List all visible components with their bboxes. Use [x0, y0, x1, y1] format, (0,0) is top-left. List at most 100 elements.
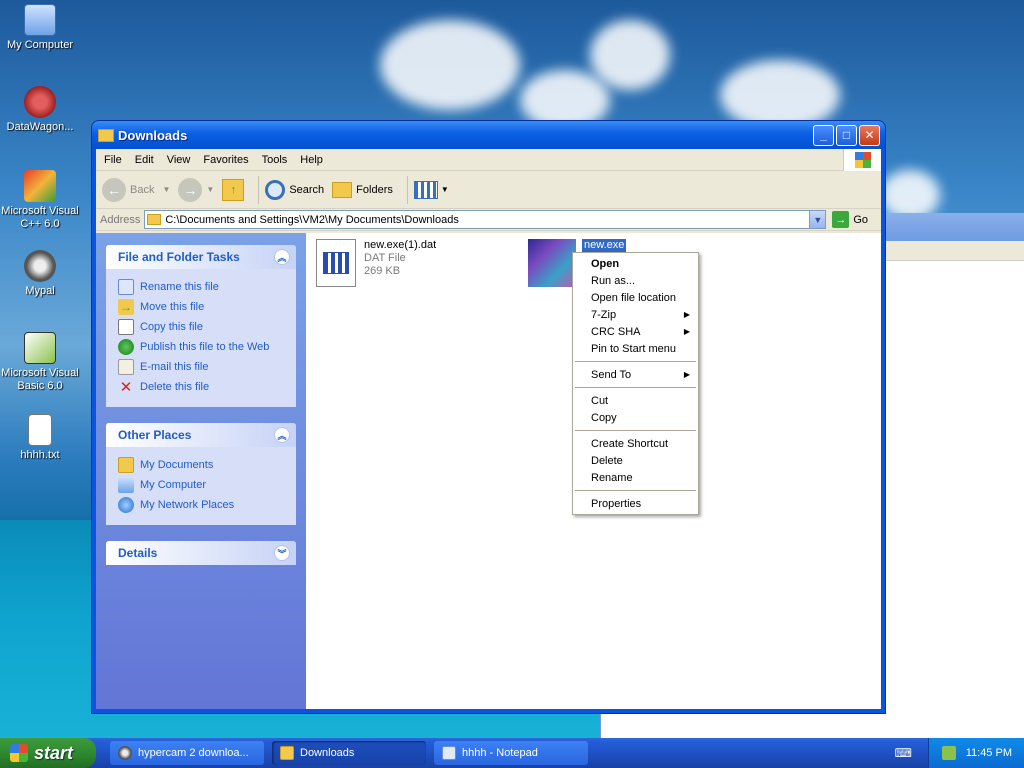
- task-pane: File and Folder Tasks ︽ Rename this file…: [96, 233, 306, 709]
- folders-button[interactable]: Folders: [332, 181, 393, 198]
- search-icon: [265, 179, 286, 200]
- taskbar-button-notepad[interactable]: hhhh - Notepad: [434, 741, 588, 765]
- network-tray-icon[interactable]: [941, 746, 956, 760]
- file-item[interactable]: new.exe(1).dat DAT File 269 KB: [316, 239, 436, 287]
- ctx-copy[interactable]: Copy: [573, 409, 698, 426]
- forward-button[interactable]: → ▼: [178, 177, 214, 202]
- ctx-delete[interactable]: Delete: [573, 452, 698, 469]
- close-button[interactable]: ✕: [859, 124, 880, 146]
- back-button[interactable]: ← Back ▼: [102, 177, 170, 202]
- menu-tools[interactable]: Tools: [262, 154, 288, 166]
- desktop-icon-label: DataWagon...: [6, 121, 74, 133]
- desktop-icon-visual-cpp[interactable]: Microsoft Visual C++ 6.0: [0, 170, 80, 231]
- ctx-run-as[interactable]: Run as...: [573, 272, 698, 289]
- system-tray: 11:45 PM: [928, 738, 1024, 768]
- window-titlebar[interactable]: Downloads _ □ ✕: [92, 121, 885, 149]
- desktop-icon-mypal[interactable]: Mypal: [0, 250, 80, 298]
- collapse-chevron-icon[interactable]: ︽: [274, 249, 290, 265]
- go-button[interactable]: → Go: [832, 211, 868, 228]
- ctx-crc-sha[interactable]: CRC SHA ▶: [573, 323, 698, 340]
- move-icon: →: [118, 299, 134, 315]
- ctx-7zip[interactable]: 7-Zip ▶: [573, 306, 698, 323]
- task-delete-file[interactable]: ✕ Delete this file: [118, 377, 296, 397]
- task-rename-file[interactable]: Rename this file: [118, 277, 296, 297]
- details-panel: Details ︾: [106, 541, 296, 565]
- cloud-decoration: [380, 20, 520, 110]
- address-input[interactable]: C:\Documents and Settings\VM2\My Documen…: [144, 210, 827, 229]
- expand-chevron-icon[interactable]: ︾: [274, 545, 290, 561]
- network-icon: [118, 497, 134, 513]
- ctx-cut[interactable]: Cut: [573, 392, 698, 409]
- my-computer-icon: [24, 4, 56, 36]
- ctx-send-to[interactable]: Send To ▶: [573, 366, 698, 383]
- menu-favorites[interactable]: Favorites: [203, 154, 248, 166]
- desktop-icon-label: Microsoft Visual C++ 6.0: [1, 205, 79, 230]
- copy-icon: [118, 319, 134, 335]
- maximize-button[interactable]: □: [836, 124, 857, 146]
- views-icon: [413, 180, 438, 199]
- datawagon-icon: [24, 86, 56, 118]
- ctx-properties[interactable]: Properties: [573, 495, 698, 512]
- address-dropdown-button[interactable]: ▼: [809, 211, 826, 228]
- start-button[interactable]: start: [0, 738, 96, 768]
- up-folder-button[interactable]: ↑: [222, 178, 245, 201]
- menu-help[interactable]: Help: [300, 154, 323, 166]
- desktop-icon-my-computer[interactable]: My Computer: [0, 4, 80, 52]
- file-tasks-panel: File and Folder Tasks ︽ Rename this file…: [106, 245, 296, 407]
- my-computer-icon: [118, 477, 134, 493]
- details-header[interactable]: Details ︾: [106, 541, 296, 565]
- exe-file-thumbnail-icon: [528, 239, 576, 287]
- explorer-window: Downloads _ □ ✕ File Edit View Favorites…: [91, 120, 886, 714]
- menu-view[interactable]: View: [167, 154, 191, 166]
- back-label: Back: [130, 183, 155, 196]
- task-move-file[interactable]: → Move this file: [118, 297, 296, 317]
- ctx-create-shortcut[interactable]: Create Shortcut: [573, 435, 698, 452]
- submenu-arrow-icon: ▶: [683, 327, 690, 336]
- desktop-icon-visual-basic[interactable]: Microsoft Visual Basic 6.0: [0, 332, 80, 393]
- task-email-file[interactable]: E-mail this file: [118, 357, 296, 377]
- clock[interactable]: 11:45 PM: [966, 747, 1012, 759]
- file-name: new.exe(1).dat: [364, 239, 437, 251]
- desktop-icon-label: Mypal: [25, 285, 55, 297]
- ctx-pin-to-start[interactable]: Pin to Start menu: [573, 340, 698, 357]
- ctx-open-file-location[interactable]: Open file location: [573, 289, 698, 306]
- menu-file[interactable]: File: [104, 154, 122, 166]
- minimize-icon: _: [820, 128, 827, 142]
- keyboard-icon[interactable]: ⌨: [895, 746, 912, 760]
- place-my-computer[interactable]: My Computer: [118, 475, 296, 495]
- views-button[interactable]: ▼: [413, 180, 449, 199]
- taskbar-button-hypercam[interactable]: hypercam 2 downloa...: [110, 741, 264, 765]
- task-publish-file[interactable]: Publish this file to the Web: [118, 337, 296, 357]
- minimize-button[interactable]: _: [813, 124, 834, 146]
- folder-icon: [280, 746, 294, 760]
- taskbar: start hypercam 2 downloa... Downloads hh…: [0, 738, 1024, 768]
- taskbar-button-downloads[interactable]: Downloads: [272, 741, 426, 765]
- up-arrow-icon: ↑: [222, 178, 245, 201]
- ctx-rename[interactable]: Rename: [573, 469, 698, 486]
- visual-cpp-icon: [24, 170, 56, 202]
- menu-edit[interactable]: Edit: [135, 154, 154, 166]
- file-size: 269 KB: [364, 265, 401, 277]
- task-copy-file[interactable]: Copy this file: [118, 317, 296, 337]
- context-menu: Open Run as... Open file location 7-Zip ▶…: [572, 252, 699, 515]
- desktop-icon-datawagon[interactable]: DataWagon...: [0, 86, 80, 134]
- place-my-documents[interactable]: My Documents: [118, 455, 296, 475]
- dat-file-icon: [316, 239, 356, 287]
- submenu-arrow-icon: ▶: [683, 370, 690, 379]
- file-tasks-header[interactable]: File and Folder Tasks ︽: [106, 245, 296, 269]
- other-places-header[interactable]: Other Places ︽: [106, 423, 296, 447]
- menu-divider: [575, 387, 696, 388]
- search-label: Search: [289, 183, 325, 196]
- place-my-network-places[interactable]: My Network Places: [118, 495, 296, 515]
- go-arrow-icon: →: [832, 211, 850, 228]
- folder-icon: [118, 457, 134, 473]
- ctx-open[interactable]: Open: [573, 255, 698, 272]
- collapse-chevron-icon[interactable]: ︽: [274, 427, 290, 443]
- folder-icon: [147, 214, 162, 225]
- globe-icon: [118, 339, 134, 355]
- search-button[interactable]: Search: [265, 179, 325, 200]
- panel-title: File and Folder Tasks: [118, 250, 240, 264]
- cloud-decoration: [590, 20, 670, 90]
- desktop-icon-label: My Computer: [6, 39, 74, 51]
- desktop-icon-hhhh-txt[interactable]: hhhh.txt: [0, 414, 80, 462]
